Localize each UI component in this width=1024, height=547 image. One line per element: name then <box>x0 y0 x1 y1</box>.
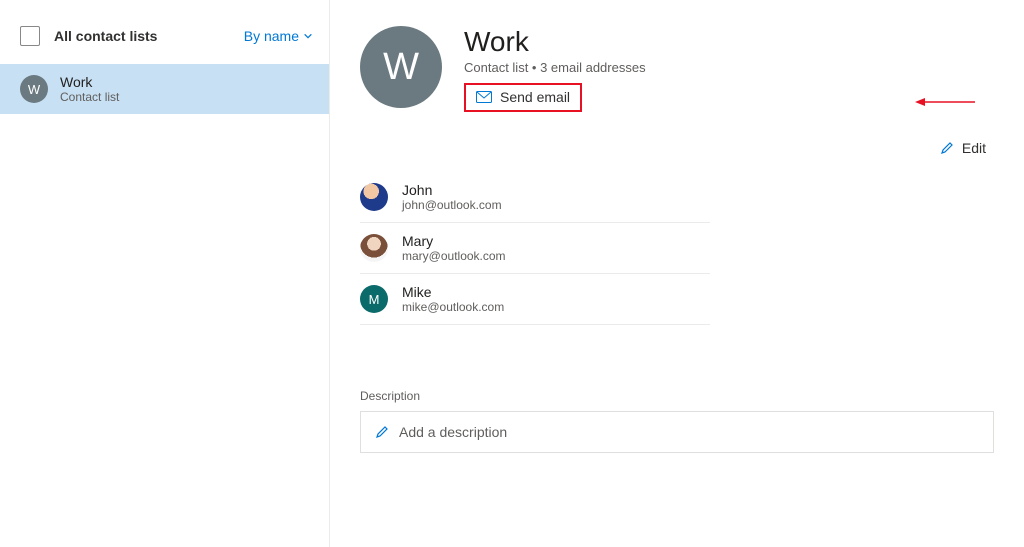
contact-info: Mary mary@outlook.com <box>402 233 506 263</box>
contact-email: mary@outlook.com <box>402 249 506 263</box>
send-email-label: Send email <box>500 89 570 105</box>
sidebar-header: All contact lists By name <box>0 20 329 60</box>
send-email-highlight: Send email <box>464 83 582 112</box>
list-header: W Work Contact list • 3 email addresses … <box>360 26 994 112</box>
contacts-list: John john@outlook.com Mary mary@outlook.… <box>360 172 710 325</box>
description-input[interactable]: Add a description <box>360 411 994 453</box>
contact-name: Mike <box>402 284 504 300</box>
contact-avatar-initial: M <box>369 292 380 307</box>
edit-row: Edit <box>360 140 994 158</box>
contact-row[interactable]: John john@outlook.com <box>360 172 710 223</box>
description-label: Description <box>360 389 994 403</box>
main-panel: W Work Contact list • 3 email addresses … <box>330 0 1024 547</box>
list-header-text: Work Contact list • 3 email addresses Se… <box>464 26 646 112</box>
edit-label: Edit <box>962 140 986 156</box>
contact-name: John <box>402 182 502 198</box>
sidebar-title: All contact lists <box>54 28 244 44</box>
contact-lists-sidebar: All contact lists By name W Work Contact… <box>0 0 330 547</box>
contact-email: john@outlook.com <box>402 198 502 212</box>
description-section: Description Add a description <box>360 389 994 453</box>
list-item-subtitle: Contact list <box>60 90 119 104</box>
list-avatar-large-initial: W <box>383 46 419 89</box>
sort-by-label: By name <box>244 28 299 44</box>
contact-info: John john@outlook.com <box>402 182 502 212</box>
pencil-icon <box>940 141 954 155</box>
contact-email: mike@outlook.com <box>402 300 504 314</box>
list-item-name: Work <box>60 74 119 90</box>
pencil-icon <box>375 425 389 439</box>
sidebar-item-work[interactable]: W Work Contact list <box>0 64 329 114</box>
contact-avatar: M <box>360 285 388 313</box>
select-all-checkbox[interactable] <box>20 26 40 46</box>
contact-row[interactable]: Mary mary@outlook.com <box>360 223 710 274</box>
contact-avatar <box>360 234 388 262</box>
send-email-button[interactable]: Send email <box>476 89 570 105</box>
contact-name: Mary <box>402 233 506 249</box>
contact-row[interactable]: M Mike mike@outlook.com <box>360 274 710 325</box>
list-subtitle: Contact list • 3 email addresses <box>464 60 646 75</box>
chevron-down-icon <box>303 31 313 41</box>
list-avatar: W <box>20 75 48 103</box>
contact-avatar <box>360 183 388 211</box>
mail-icon <box>476 91 492 103</box>
list-title: Work <box>464 26 646 58</box>
edit-button[interactable]: Edit <box>940 140 986 156</box>
contact-info: Mike mike@outlook.com <box>402 284 504 314</box>
sort-by-button[interactable]: By name <box>244 28 313 44</box>
description-placeholder: Add a description <box>399 424 507 440</box>
list-item-text: Work Contact list <box>60 74 119 104</box>
list-avatar-large: W <box>360 26 442 108</box>
list-avatar-initial: W <box>28 82 40 97</box>
